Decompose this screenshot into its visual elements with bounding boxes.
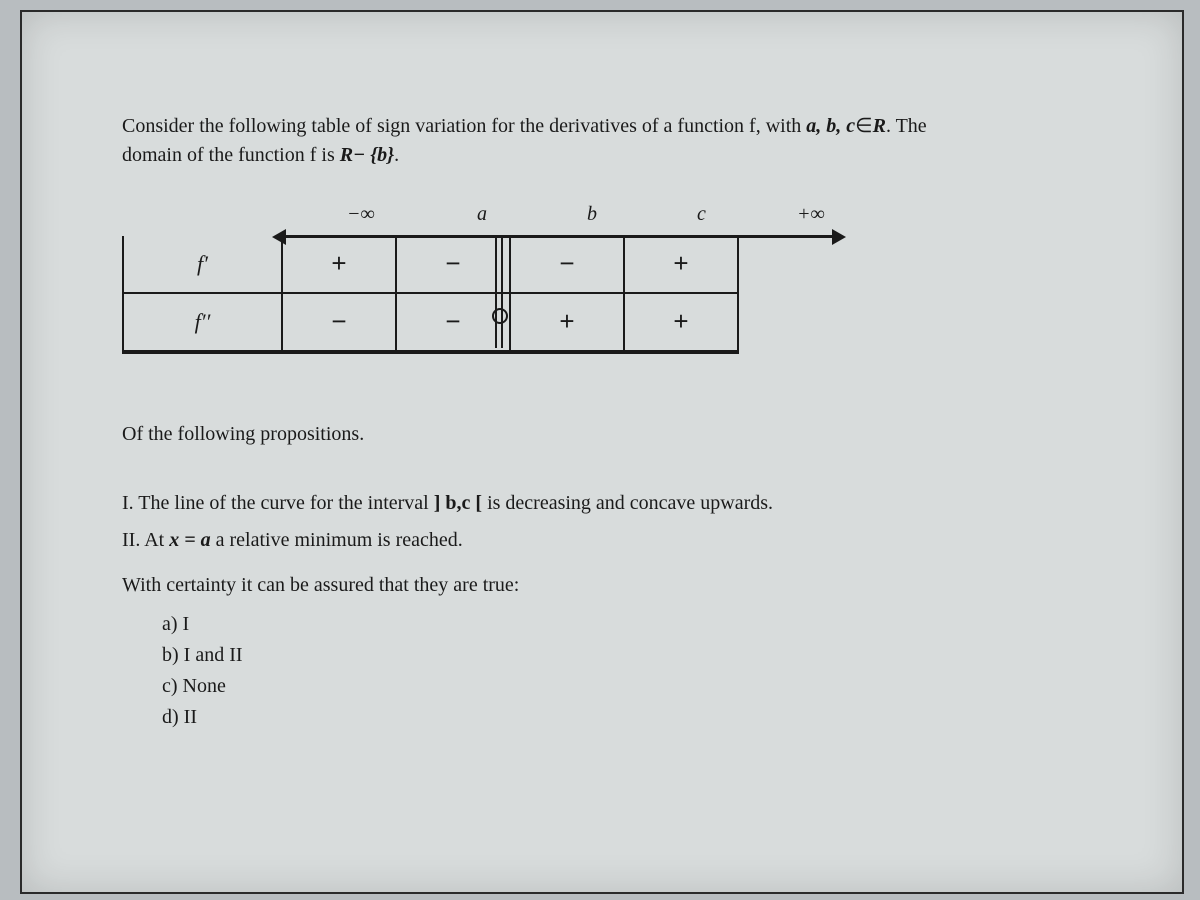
- subheading: Of the following propositions.: [122, 420, 1102, 449]
- marker-circle-icon: [492, 308, 508, 324]
- prop2-suffix: a relative minimum is reached.: [211, 529, 463, 551]
- prop1-interval: ] b,c [: [434, 492, 482, 514]
- sign-grid: f′ + − − + f′′ − − + +: [122, 236, 739, 354]
- fsecond-cell-4: +: [624, 293, 738, 351]
- intro-domain: R− {b}: [340, 144, 394, 166]
- prop1-prefix: I. The line of the curve for the interva…: [122, 492, 434, 514]
- fsecond-cell-2: −: [396, 293, 510, 351]
- proposition-2: II. At x = a a relative minimum is reach…: [122, 526, 1102, 555]
- fsecond-cell-1: −: [282, 293, 396, 351]
- label-plus-infinity: +∞: [797, 200, 825, 229]
- intro-set: R: [873, 115, 886, 137]
- intro-in: ∈: [855, 115, 872, 137]
- prop2-eq: x = a: [169, 529, 210, 551]
- prop1-suffix: is decreasing and concave upwards.: [482, 492, 773, 514]
- intro-line1-suffix: . The: [886, 115, 927, 137]
- prop2-prefix: II. At: [122, 529, 169, 551]
- label-b: b: [587, 200, 597, 229]
- row-fsecond: f′′ − − + +: [124, 293, 738, 351]
- choice-b[interactable]: b) I and II: [162, 641, 1102, 670]
- label-a: a: [477, 200, 487, 229]
- question-content: Consider the following table of sign var…: [122, 112, 1102, 734]
- fprime-cell-1: +: [282, 236, 396, 293]
- lead-in: With certainty it can be assured that th…: [122, 571, 1102, 600]
- row-fprime-label: f′: [124, 236, 282, 293]
- propositions: I. The line of the curve for the interva…: [122, 489, 1102, 555]
- sign-grid-table: f′ + − − + f′′ − − + +: [124, 236, 739, 352]
- intro-line1-prefix: Consider the following table of sign var…: [122, 115, 806, 137]
- choice-a[interactable]: a) I: [162, 610, 1102, 639]
- fprime-cell-4: +: [624, 236, 738, 293]
- fprime-cell-2: −: [396, 236, 510, 293]
- label-c: c: [697, 200, 706, 229]
- choice-d[interactable]: d) II: [162, 703, 1102, 732]
- domain-exclusion-bar: [495, 236, 503, 348]
- answer-choices: a) I b) I and II c) None d) II: [162, 610, 1102, 732]
- axis-labels: −∞ a b c +∞: [277, 200, 822, 234]
- row-fprime: f′ + − − +: [124, 236, 738, 293]
- screen-frame: Consider the following table of sign var…: [20, 10, 1184, 894]
- fsecond-cell-3: +: [510, 293, 624, 351]
- intro-line2: domain of the function f is: [122, 144, 340, 166]
- proposition-1: I. The line of the curve for the interva…: [122, 489, 1102, 518]
- row-fsecond-label: f′′: [124, 293, 282, 351]
- intro-period: .: [394, 144, 399, 166]
- intro-text: Consider the following table of sign var…: [122, 112, 1102, 170]
- choice-c[interactable]: c) None: [162, 672, 1102, 701]
- intro-abc: a, b, c: [806, 115, 855, 137]
- fprime-cell-3: −: [510, 236, 624, 293]
- label-minus-infinity: −∞: [347, 200, 375, 229]
- axis-arrow-right-icon: [832, 229, 846, 245]
- sign-variation-table: −∞ a b c +∞ f′ + − − +: [122, 200, 822, 380]
